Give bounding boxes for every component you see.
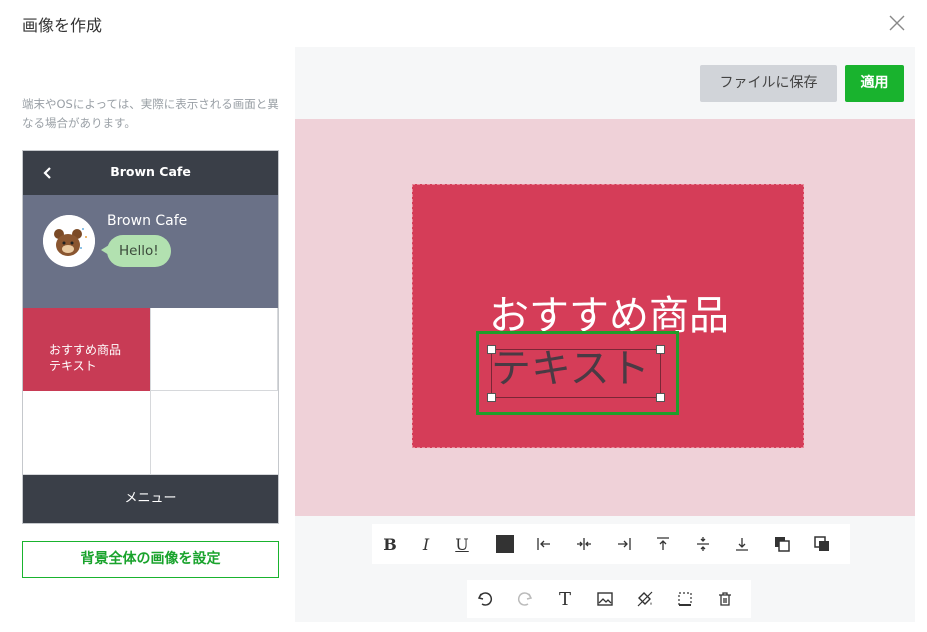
align-bottom-icon (736, 538, 748, 551)
preview-notice: 端末やOSによっては、実際に表示される画面と異なる場合があります。 (22, 97, 279, 130)
apply-button[interactable]: 適用 (845, 65, 904, 102)
paint-bucket-icon (637, 591, 653, 607)
bring-forward-button[interactable] (764, 524, 800, 564)
align-bottom-button[interactable] (724, 524, 760, 564)
resize-handle-top-left[interactable] (487, 345, 496, 354)
bold-button[interactable]: B (372, 524, 408, 564)
resize-handle-bottom-right[interactable] (656, 393, 665, 402)
align-center-h-icon (577, 538, 591, 550)
menu-bar[interactable]: メニュー (23, 475, 278, 523)
text-tool-icon: T (558, 588, 571, 610)
richmenu-cell-b[interactable] (150, 308, 278, 391)
phone-header: Brown Cafe (23, 151, 278, 195)
bring-forward-icon (775, 537, 790, 552)
richmenu-cell-d[interactable] (151, 391, 278, 475)
delete-button[interactable] (707, 580, 743, 618)
message-bubble: Hello! (107, 235, 171, 267)
avatar (43, 215, 95, 267)
object-toolbar: T (467, 580, 751, 618)
align-top-icon (657, 537, 669, 550)
text-color-button[interactable] (487, 524, 523, 564)
redo-icon (517, 592, 533, 606)
border-icon (678, 592, 692, 606)
preview-panel: 端末やOSによっては、実際に表示される画面と異なる場合があります。 Brown … (0, 47, 295, 632)
richmenu-cell-a[interactable]: おすすめ商品 テキスト (23, 308, 150, 391)
trash-icon (719, 592, 731, 606)
undo-icon (477, 592, 493, 606)
send-backward-icon (814, 536, 829, 551)
underline-icon: U (455, 534, 469, 554)
underline-button[interactable]: U (444, 524, 480, 564)
resize-handle-bottom-left[interactable] (487, 393, 496, 402)
redo-button[interactable] (507, 580, 543, 618)
align-middle-button[interactable] (685, 524, 721, 564)
resize-handle-top-right[interactable] (656, 345, 665, 354)
border-button[interactable] (667, 580, 703, 618)
add-image-button[interactable] (587, 580, 623, 618)
richmenu-grid: おすすめ商品 テキスト (23, 308, 278, 475)
close-icon[interactable] (886, 12, 908, 34)
phone-preview: Brown Cafe Brown Cafe Hello! おすすめ商品 テキスト… (22, 150, 279, 524)
add-text-button[interactable]: T (547, 580, 583, 618)
undo-button[interactable] (467, 580, 503, 618)
toolbar-area: B I U T (295, 516, 915, 622)
richmenu-cell-text: おすすめ商品 テキスト (49, 343, 122, 373)
bear-icon (43, 215, 95, 267)
chat-title: Brown Cafe (110, 164, 191, 179)
image-icon (597, 592, 613, 606)
align-top-button[interactable] (645, 524, 681, 564)
selected-text-object[interactable] (491, 349, 661, 398)
align-left-button[interactable] (526, 524, 562, 564)
chat-area: Brown Cafe Hello! (23, 195, 278, 308)
align-left-icon (537, 538, 550, 550)
italic-icon: I (422, 534, 430, 554)
save-file-button[interactable]: ファイルに保存 (700, 65, 837, 102)
editor-canvas: おすすめ商品 テキスト (295, 119, 915, 516)
align-right-icon (618, 538, 631, 550)
send-backward-button[interactable] (804, 524, 840, 564)
dialog-title: 画像を作成 (22, 16, 103, 35)
richmenu-cell-c[interactable] (23, 391, 151, 475)
bold-icon: B (383, 534, 397, 554)
align-right-button[interactable] (606, 524, 642, 564)
fill-color-button[interactable] (627, 580, 663, 618)
align-middle-icon (697, 537, 709, 551)
dialog-header: 画像を作成 (0, 0, 927, 47)
italic-button[interactable]: I (408, 524, 444, 564)
text-format-toolbar: B I U (372, 524, 850, 564)
sender-name: Brown Cafe (107, 213, 188, 229)
set-background-button[interactable]: 背景全体の画像を設定 (22, 541, 279, 578)
color-swatch-icon (496, 535, 514, 553)
action-bar: ファイルに保存 適用 (295, 47, 915, 119)
align-center-horizontal-button[interactable] (566, 524, 602, 564)
